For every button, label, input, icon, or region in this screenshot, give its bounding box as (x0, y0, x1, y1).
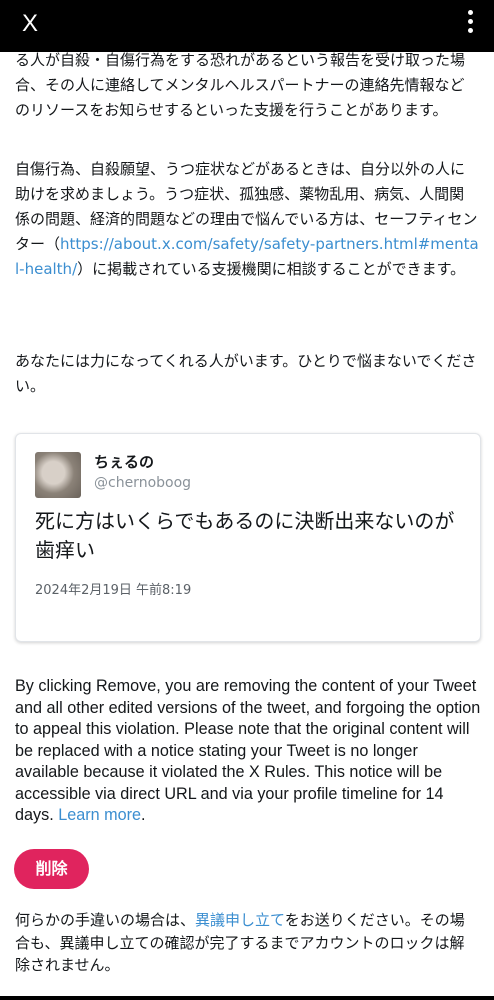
notice-period: . (140, 806, 146, 824)
close-icon[interactable]: X (16, 8, 44, 40)
encouragement-paragraph: あなたには力になってくれる人がいます。ひとりで悩まないでください。 (15, 352, 477, 395)
avatar (35, 452, 81, 498)
remove-notice-text: By clicking Remove, you are removing the… (15, 677, 481, 824)
tweet-text: 死に方はいくらでもあるのに決断出来ないのが歯痒い (35, 509, 455, 562)
tweet-display-name: ちぇるの (94, 453, 155, 471)
more-options-icon[interactable] (460, 10, 480, 40)
learn-more-link[interactable]: Learn more (58, 806, 141, 824)
bottom-bar (0, 996, 494, 1000)
support-info-paragraph: る人が自殺・自傷行為をする恐れがあるという報告を受け取った場合、その人に連絡して… (15, 51, 466, 119)
help-paragraph: 自傷行為、自殺願望、うつ症状などがあるときは、自分以外の人に助けを求めましょう。… (15, 157, 479, 282)
help-text-after: ）に掲載されている支援機関に相談することができます。 (77, 260, 466, 278)
top-bar: X (0, 0, 494, 52)
tweet-timestamp: 2024年2月19日 午前8:19 (35, 583, 192, 598)
tweet-handle: @chernoboog (94, 475, 192, 491)
remove-notice: By clicking Remove, you are removing the… (15, 676, 481, 827)
tweet-card: ちぇるの @chernoboog 死に方はいくらでもあるのに決断出来ないのが歯痒… (15, 433, 481, 642)
appeal-link[interactable]: 異議申し立て (195, 911, 285, 929)
appeal-text-before: 何らかの手違いの場合は、 (15, 911, 196, 929)
appeal-paragraph: 何らかの手違いの場合は、異議申し立てをお送りください。その場合も、異議申し立ての… (15, 909, 479, 977)
remove-button[interactable]: 削除 (14, 849, 89, 889)
